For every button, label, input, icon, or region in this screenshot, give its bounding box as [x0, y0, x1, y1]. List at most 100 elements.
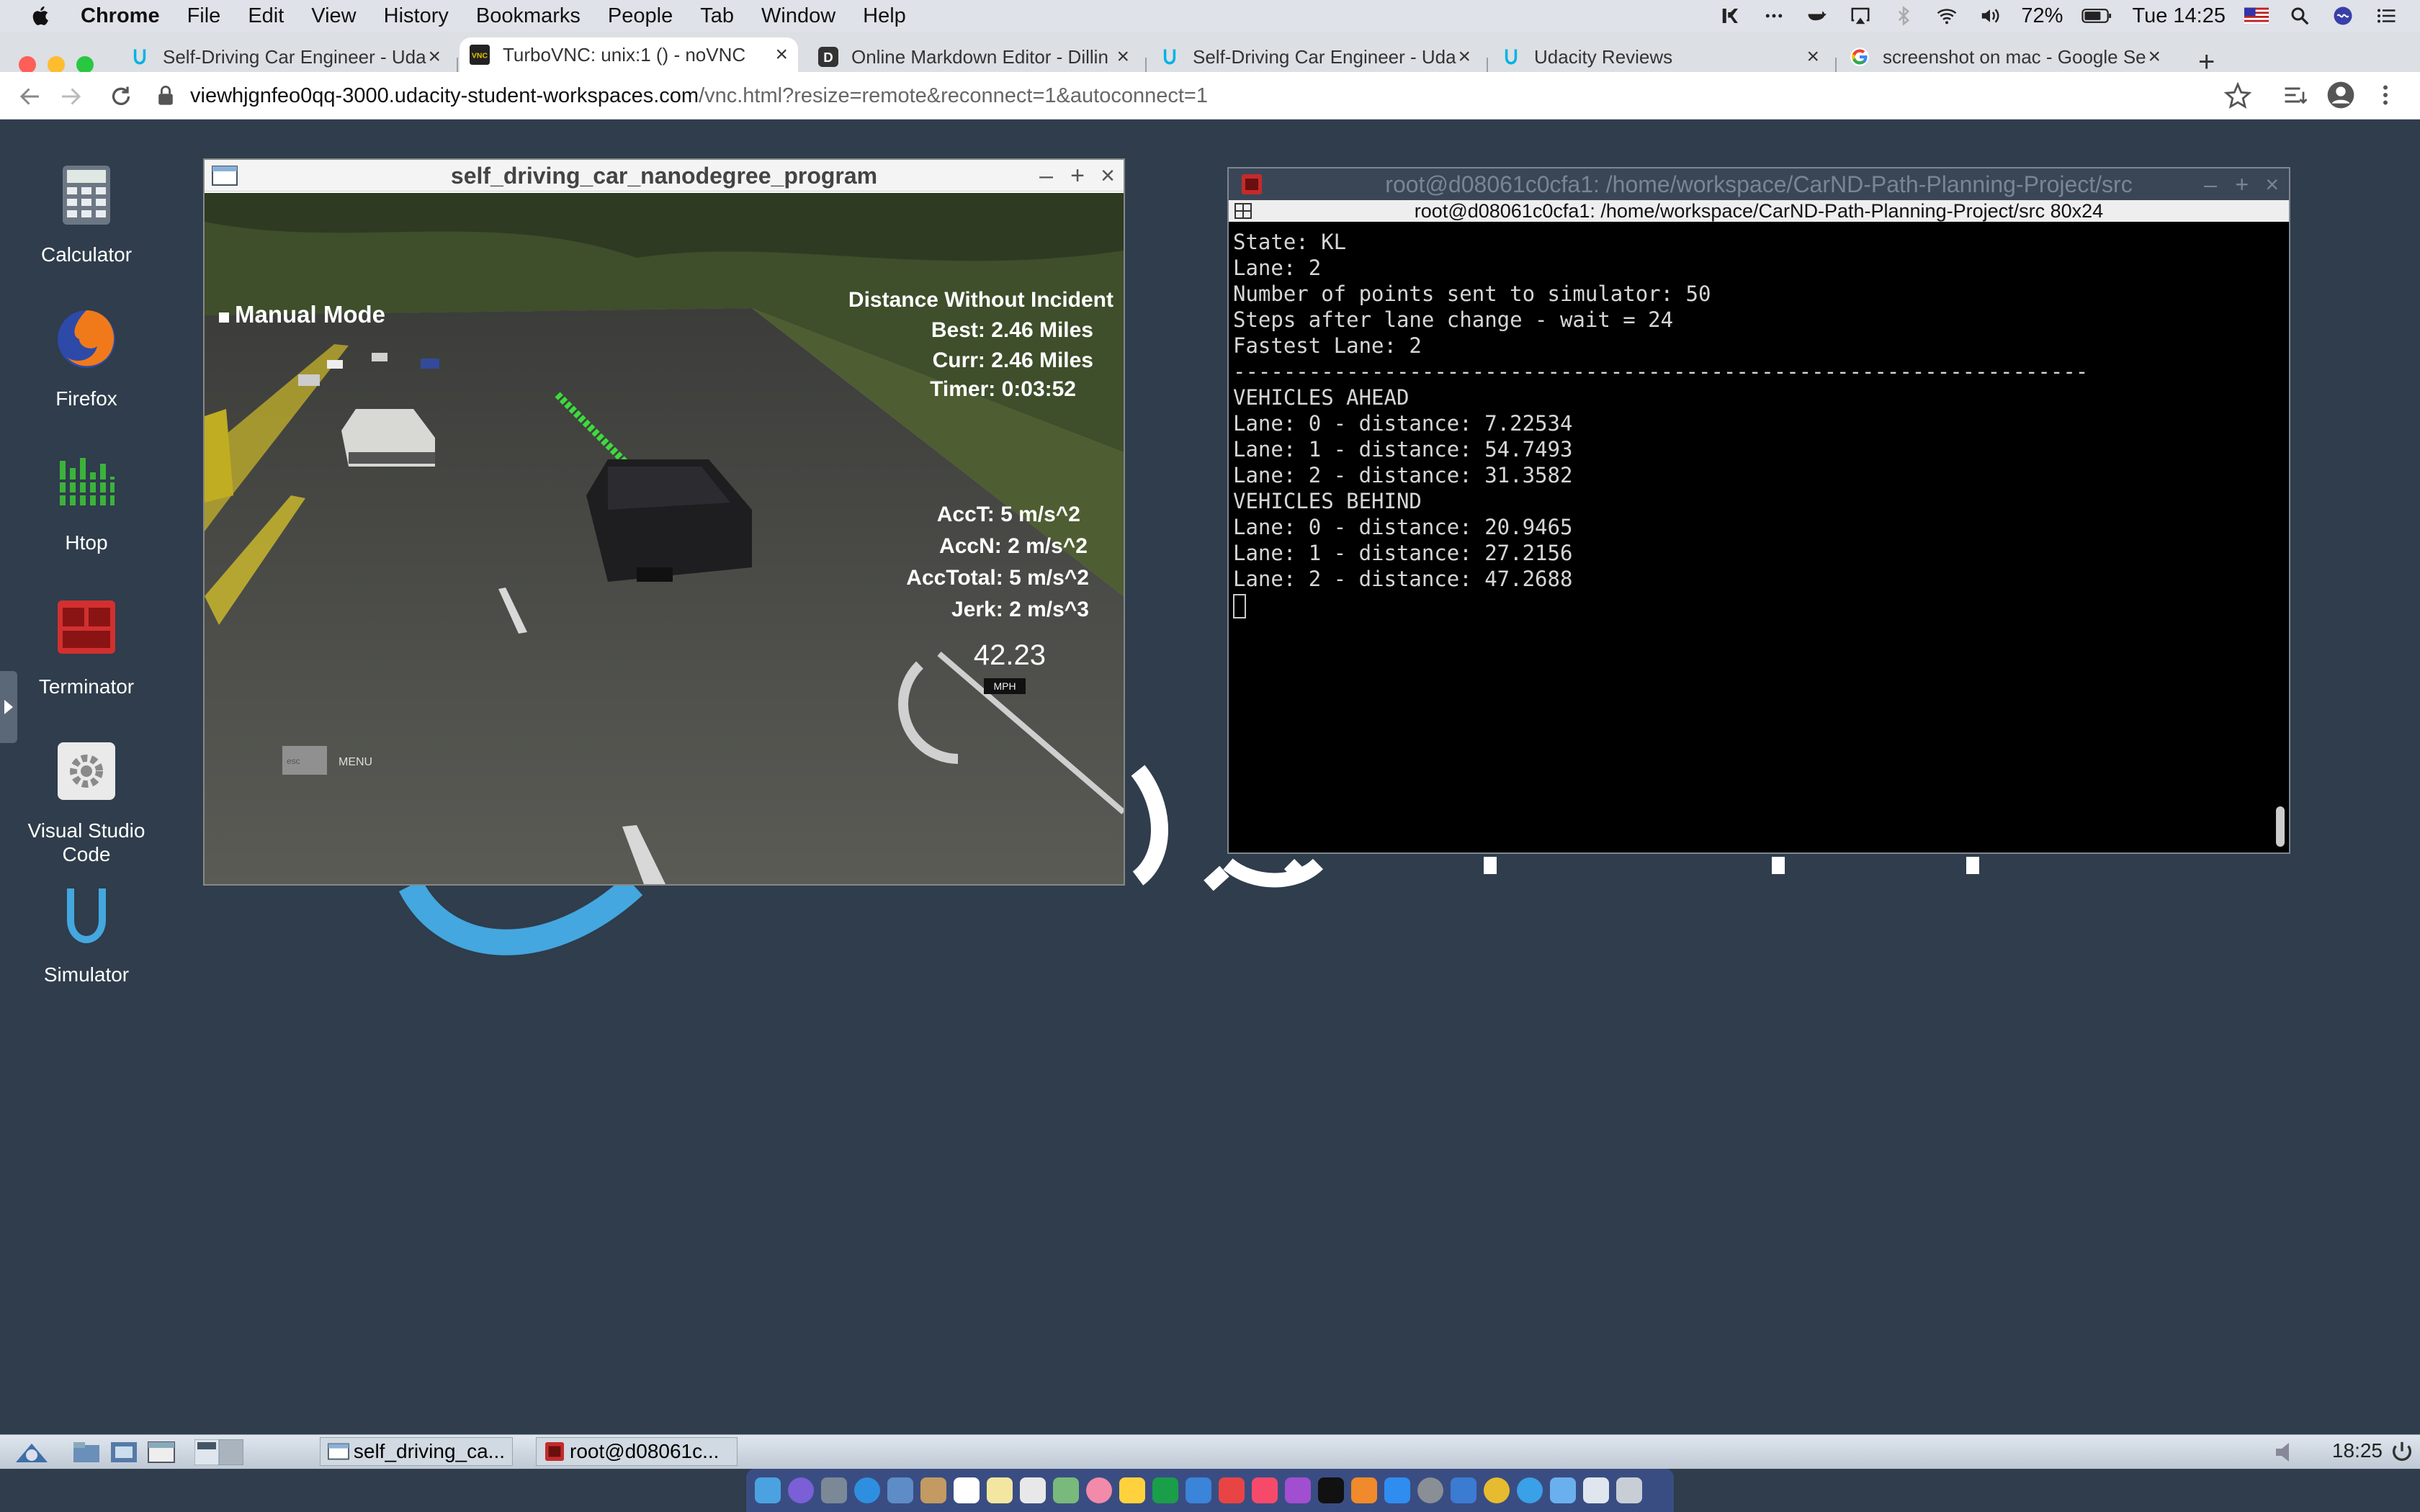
contacts-icon[interactable]: [920, 1477, 946, 1503]
window-close-button[interactable]: [19, 56, 36, 73]
tab-close-icon[interactable]: ×: [2148, 45, 2161, 69]
siri-icon[interactable]: [2331, 5, 2355, 27]
simulator-viewport[interactable]: Manual Mode Distance Without Incident Be…: [205, 193, 1124, 884]
spotlight-search-icon[interactable]: [2287, 5, 2312, 27]
terminator-small-icon[interactable]: [1242, 174, 1262, 194]
reload-icon[interactable]: [108, 84, 134, 109]
menu-window[interactable]: Window: [761, 4, 835, 28]
app-store-icon[interactable]: [1384, 1477, 1410, 1503]
taskbar-task-terminal[interactable]: root@d08061c...: [536, 1437, 738, 1466]
address-bar[interactable]: viewhjgnfeo0qq-3000.udacity-student-work…: [157, 78, 2246, 114]
tab-close-icon[interactable]: ×: [428, 45, 441, 69]
calendar-icon[interactable]: [954, 1477, 980, 1503]
menu-history[interactable]: History: [384, 4, 449, 28]
desktop-icon-vscode[interactable]: Visual Studio Code: [14, 739, 158, 866]
reminders-icon[interactable]: [1020, 1477, 1046, 1503]
menubar-clock[interactable]: Tue 14:25: [2132, 4, 2226, 28]
menu-help[interactable]: Help: [863, 4, 906, 28]
trash-icon[interactable]: [1616, 1477, 1642, 1503]
workspace-switcher-icon[interactable]: [194, 1439, 243, 1465]
window-minimize-button[interactable]: [48, 56, 65, 73]
docker-icon[interactable]: [1805, 5, 1829, 27]
menu-tab[interactable]: Tab: [700, 4, 734, 28]
maximize-icon[interactable]: +: [1070, 160, 1085, 192]
volume-icon[interactable]: [1978, 5, 2002, 27]
pages-icon[interactable]: [1119, 1477, 1145, 1503]
system-preferences-icon[interactable]: [1417, 1477, 1443, 1503]
terminal-scrollbar[interactable]: [2276, 806, 2285, 847]
tab-close-icon[interactable]: ×: [1458, 45, 1471, 69]
tab-self-driving-1[interactable]: Self-Driving Car Engineer - Uda ×: [120, 42, 451, 72]
keynote-icon[interactable]: [1186, 1477, 1211, 1503]
siri-dock-icon[interactable]: [788, 1477, 814, 1503]
notes-icon[interactable]: [987, 1477, 1013, 1503]
mode-checkbox[interactable]: [219, 312, 229, 323]
downloads-folder-icon[interactable]: [1550, 1477, 1576, 1503]
taskbar-task-simulator[interactable]: self_driving_ca...: [320, 1437, 513, 1466]
news-icon[interactable]: [1219, 1477, 1245, 1503]
menu-app-chrome[interactable]: Chrome: [81, 4, 160, 28]
sidebar-handle[interactable]: [0, 671, 17, 743]
photos-icon[interactable]: [1086, 1477, 1112, 1503]
grid-icon[interactable]: [1234, 203, 1252, 219]
launchpad-icon[interactable]: [821, 1477, 847, 1503]
safari-icon[interactable]: [854, 1477, 880, 1503]
tab-close-icon[interactable]: ×: [1116, 45, 1129, 69]
more-dots-icon[interactable]: [1762, 5, 1786, 27]
finder-icon[interactable]: [755, 1477, 781, 1503]
desktop-icon-terminator[interactable]: Terminator: [14, 595, 158, 698]
tab-udacity-reviews[interactable]: Udacity Reviews ×: [1491, 42, 1829, 72]
back-arrow-icon[interactable]: [17, 84, 43, 109]
numbers-icon[interactable]: [1152, 1477, 1178, 1503]
desktop-icon-calculator[interactable]: Calculator: [14, 163, 158, 266]
books-icon[interactable]: [1351, 1477, 1377, 1503]
bluetooth-icon[interactable]: [1891, 5, 1916, 27]
minimize-icon[interactable]: –: [1039, 160, 1053, 192]
window-list-icon[interactable]: [147, 1441, 176, 1464]
simulator-titlebar[interactable]: self_driving_car_nanodegree_program – + …: [205, 160, 1124, 192]
tab-close-icon[interactable]: ×: [1806, 45, 1819, 69]
chrome-menu-icon[interactable]: [2378, 82, 2393, 108]
podcasts-icon[interactable]: [1285, 1477, 1311, 1503]
desktop-icon-firefox[interactable]: Firefox: [14, 307, 158, 410]
taskbar-clock[interactable]: 18:25: [2332, 1439, 2383, 1462]
messages-icon[interactable]: [1517, 1477, 1543, 1503]
file-manager-icon[interactable]: [72, 1441, 101, 1464]
notification-center-icon[interactable]: [2374, 5, 2398, 27]
settings-panel-icon[interactable]: [109, 1441, 138, 1464]
airplay-icon[interactable]: [1848, 5, 1873, 27]
keyboard-maestro-icon[interactable]: [1718, 5, 1743, 27]
menu-bookmarks[interactable]: Bookmarks: [476, 4, 581, 28]
menu-file[interactable]: File: [187, 4, 221, 28]
close-icon[interactable]: ×: [2265, 168, 2279, 200]
menu-edit[interactable]: Edit: [248, 4, 284, 28]
vscode-dock-icon[interactable]: [1451, 1477, 1476, 1503]
minimize-icon[interactable]: –: [2204, 168, 2217, 200]
window-menu-icon[interactable]: [212, 166, 238, 186]
desktop-icon-simulator[interactable]: Simulator: [14, 883, 158, 986]
tab-turbovnc[interactable]: VNC TurboVNC: unix:1 () - noVNC ×: [460, 37, 798, 72]
bookmark-star-icon[interactable]: [2224, 82, 2251, 109]
forward-arrow-icon[interactable]: [58, 84, 84, 109]
tab-close-icon[interactable]: ×: [775, 42, 788, 67]
flag-us-icon[interactable]: [2244, 5, 2269, 27]
close-icon[interactable]: ×: [1101, 160, 1115, 192]
terminal-titlebar[interactable]: root@d08061c0cfa1: /home/workspace/CarND…: [1229, 168, 2289, 200]
tab-self-driving-2[interactable]: Self-Driving Car Engineer - Uda ×: [1150, 42, 1481, 72]
mail-icon[interactable]: [887, 1477, 913, 1503]
wifi-icon[interactable]: [1935, 5, 1959, 27]
start-menu-icon[interactable]: [13, 1439, 50, 1465]
manual-mode-label[interactable]: Manual Mode: [219, 301, 385, 328]
maximize-icon[interactable]: +: [2235, 168, 2249, 200]
desktop-icon-htop[interactable]: Htop: [14, 451, 158, 554]
menu-view[interactable]: View: [311, 4, 356, 28]
menu-people[interactable]: People: [608, 4, 673, 28]
menu-label[interactable]: MENU: [339, 756, 372, 769]
tab-google-search[interactable]: screenshot on mac - Google Se ×: [1839, 42, 2171, 72]
terminal-output[interactable]: State: KL Lane: 2 Number of points sent …: [1229, 222, 2289, 618]
maps-icon[interactable]: [1053, 1477, 1079, 1503]
battery-icon[interactable]: [2081, 5, 2113, 27]
music-icon[interactable]: [1252, 1477, 1278, 1503]
chrome-dock-icon[interactable]: [1484, 1477, 1510, 1503]
power-icon[interactable]: [2390, 1440, 2414, 1464]
